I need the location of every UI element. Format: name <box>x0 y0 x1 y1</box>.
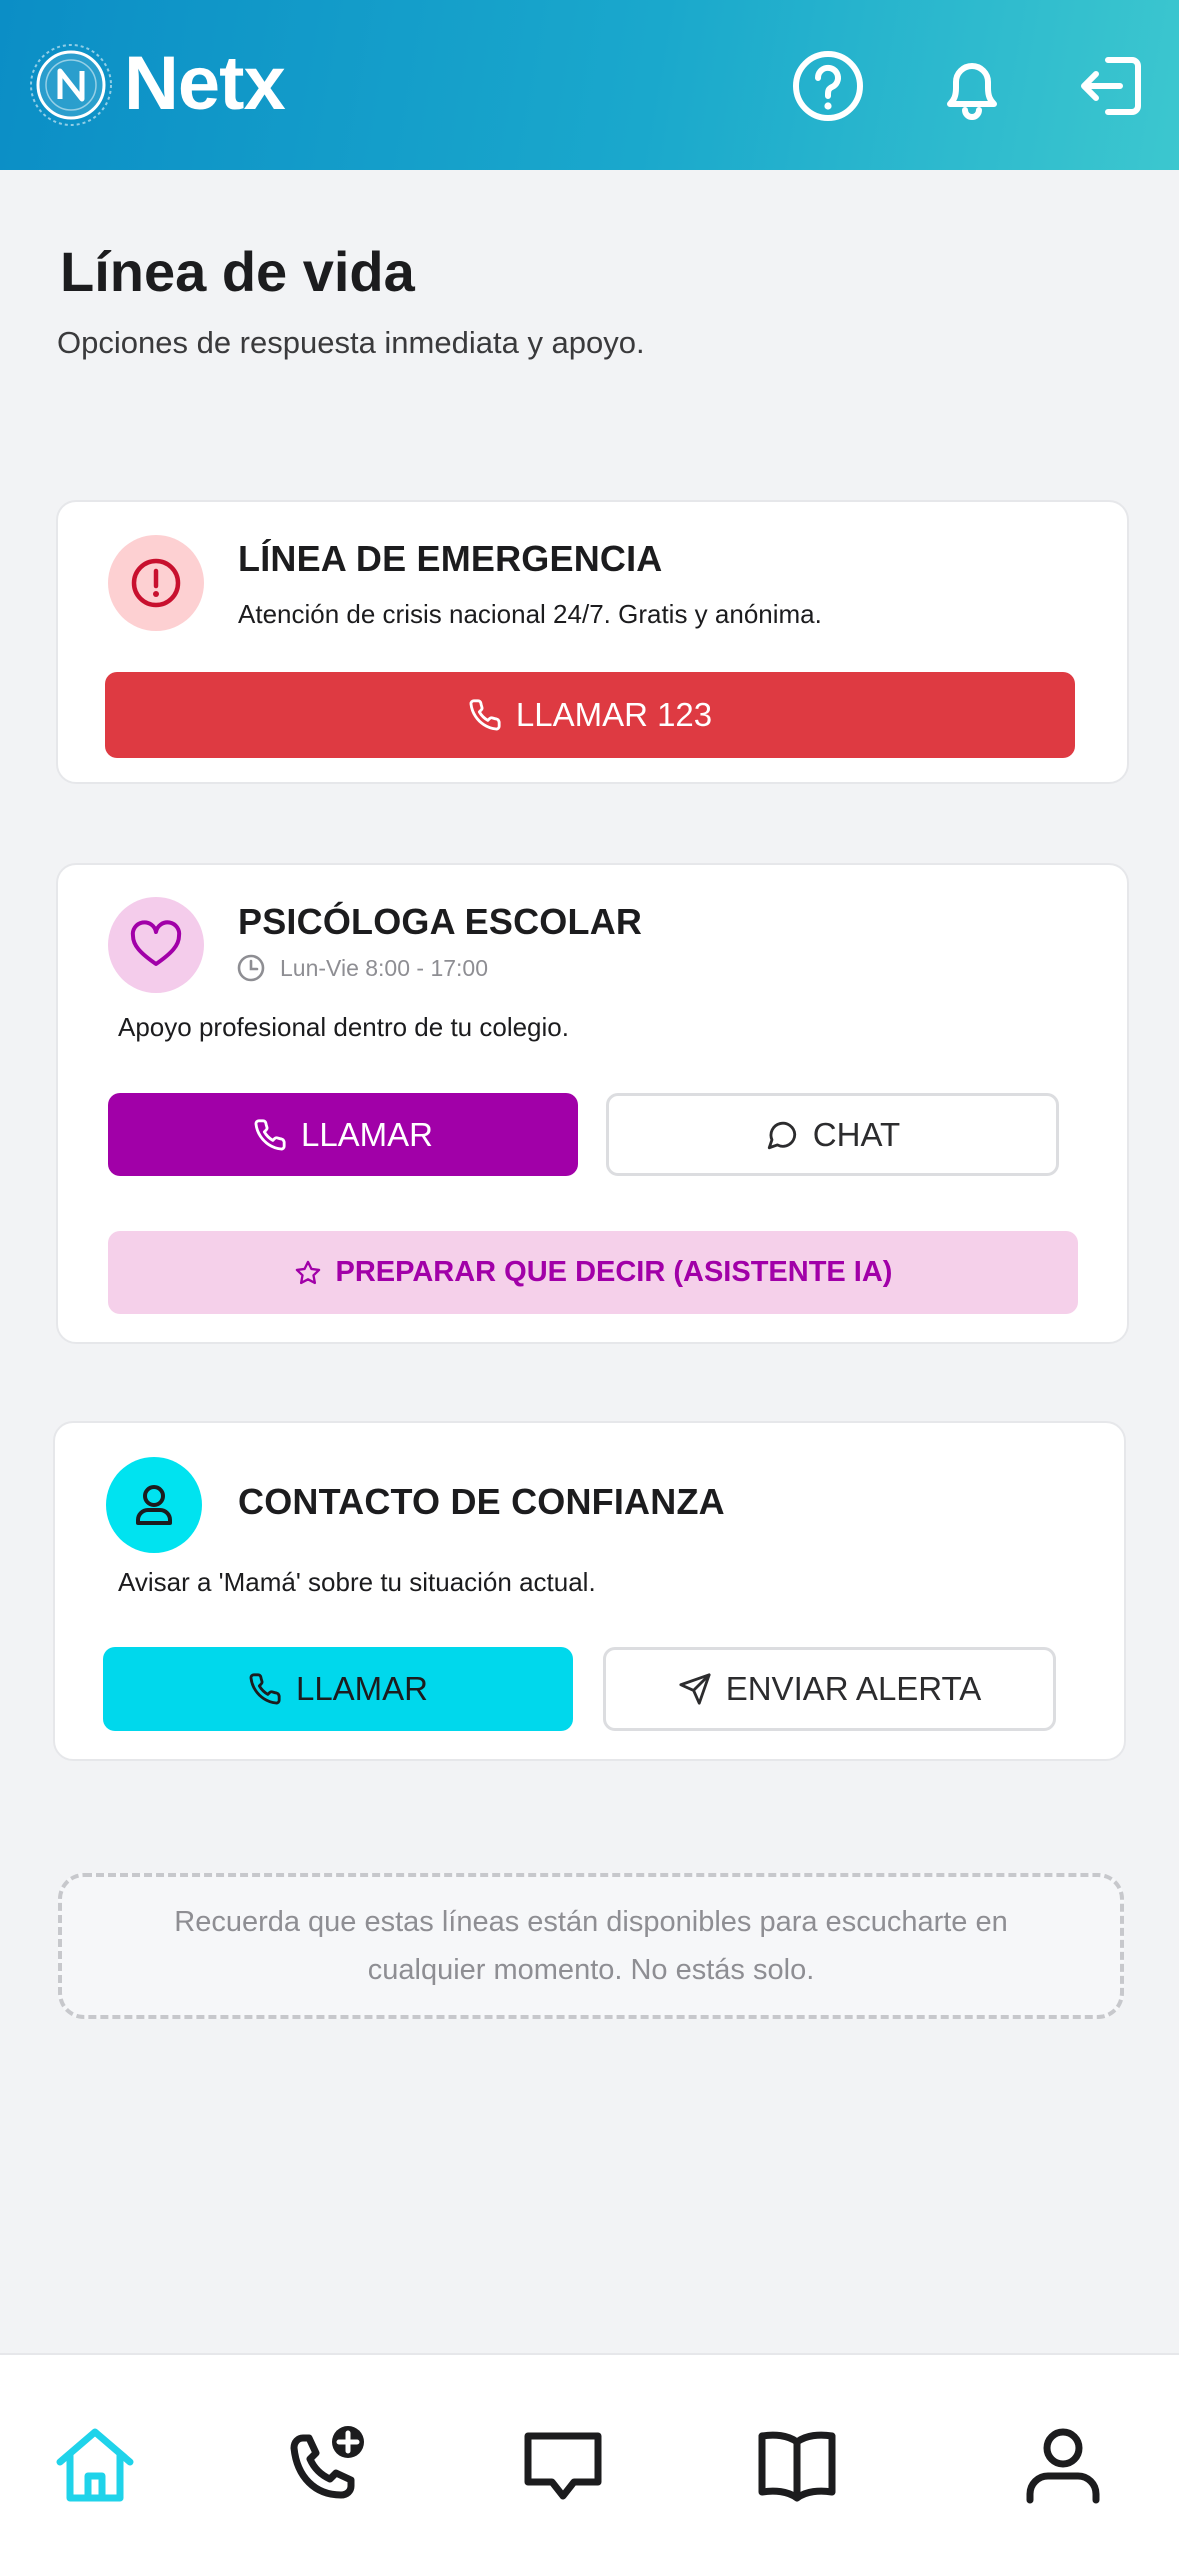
psychologist-card: PSICÓLOGA ESCOLAR Lun-Vie 8:00 - 17:00 A… <box>56 863 1129 1344</box>
chat-bubble-icon <box>767 1121 796 1149</box>
emergency-description: Atención de crisis nacional 24/7. Gratis… <box>238 599 822 629</box>
help-button[interactable] <box>788 46 868 126</box>
book-icon <box>758 2431 836 2502</box>
help-circle-icon <box>793 51 863 121</box>
page-title: Línea de vida <box>60 240 415 303</box>
chat-psychologist-button[interactable]: CHAT <box>606 1093 1059 1176</box>
star-icon <box>295 1260 320 1284</box>
emergency-card: LÍNEA DE EMERGENCIA Atención de crisis n… <box>56 500 1129 784</box>
ai-assistant-button[interactable]: PREPARAR QUE DECIR (ASISTENTE IA) <box>108 1231 1078 1314</box>
call-emergency-label: LLAMAR 123 <box>515 696 713 733</box>
call-trusted-contact-button[interactable]: LLAMAR <box>103 1647 573 1731</box>
bell-icon <box>947 63 997 120</box>
app-name: Netx <box>124 41 286 126</box>
send-alert-label: ENVIAR ALERTA <box>725 1670 982 1707</box>
chat-psychologist-label: CHAT <box>812 1115 901 1153</box>
send-alert-button[interactable]: ENVIAR ALERTA <box>603 1647 1056 1731</box>
trusted-contact-icon-badge <box>106 1457 202 1553</box>
heart-icon <box>130 920 182 966</box>
trusted-contact-description: Avisar a 'Mamá' sobre tu situación actua… <box>118 1567 596 1597</box>
send-icon <box>679 1673 711 1705</box>
emergency-title: LÍNEA DE EMERGENCIA <box>238 538 663 579</box>
alert-circle-icon <box>131 558 181 608</box>
psychologist-icon-badge <box>108 897 204 993</box>
home-icon <box>56 2428 134 2502</box>
psychologist-hours: Lun-Vie 8:00 - 17:00 <box>236 953 488 983</box>
phone-icon <box>249 1673 281 1705</box>
emergency-icon-badge <box>108 535 204 631</box>
user-icon <box>136 1485 172 1525</box>
netx-logo-icon <box>28 42 114 128</box>
app-header: Netx <box>0 0 1179 170</box>
nav-lifeline[interactable] <box>282 2420 372 2510</box>
call-emergency-button[interactable]: LLAMAR 123 <box>105 672 1075 758</box>
reassurance-note: Recuerda que estas líneas están disponib… <box>58 1873 1124 2019</box>
psychologist-hours-text: Lun-Vie 8:00 - 17:00 <box>280 954 489 981</box>
bottom-navigation <box>0 2353 1179 2556</box>
trusted-contact-card: CONTACTO DE CONFIANZA Avisar a 'Mamá' so… <box>53 1421 1126 1761</box>
phone-icon <box>254 1118 286 1150</box>
reassurance-text: Recuerda que estas líneas están disponib… <box>174 1906 1008 1986</box>
chat-icon <box>524 2432 602 2500</box>
call-psychologist-label: LLAMAR <box>300 1115 434 1153</box>
logout-button[interactable] <box>1072 46 1152 126</box>
psychologist-description: Apoyo profesional dentro de tu colegio. <box>118 1012 569 1042</box>
nav-library[interactable] <box>752 2420 842 2510</box>
call-psychologist-button[interactable]: LLAMAR <box>108 1093 578 1176</box>
ai-assistant-label: PREPARAR QUE DECIR (ASISTENTE IA) <box>335 1256 893 1288</box>
nav-home[interactable] <box>50 2420 140 2510</box>
page-subtitle: Opciones de respuesta inmediata y apoyo. <box>57 325 645 360</box>
clock-icon <box>237 954 265 982</box>
nav-profile[interactable] <box>1018 2420 1108 2510</box>
call-trusted-contact-label: LLAMAR <box>295 1670 429 1707</box>
profile-icon <box>1026 2428 1100 2504</box>
nav-messages[interactable] <box>518 2420 608 2510</box>
trusted-contact-title: CONTACTO DE CONFIANZA <box>238 1481 725 1522</box>
notifications-button[interactable] <box>932 46 1012 126</box>
logout-icon <box>1081 57 1141 115</box>
psychologist-title: PSICÓLOGA ESCOLAR <box>238 901 643 942</box>
phone-icon <box>469 699 501 731</box>
phone-plus-icon <box>290 2426 364 2499</box>
